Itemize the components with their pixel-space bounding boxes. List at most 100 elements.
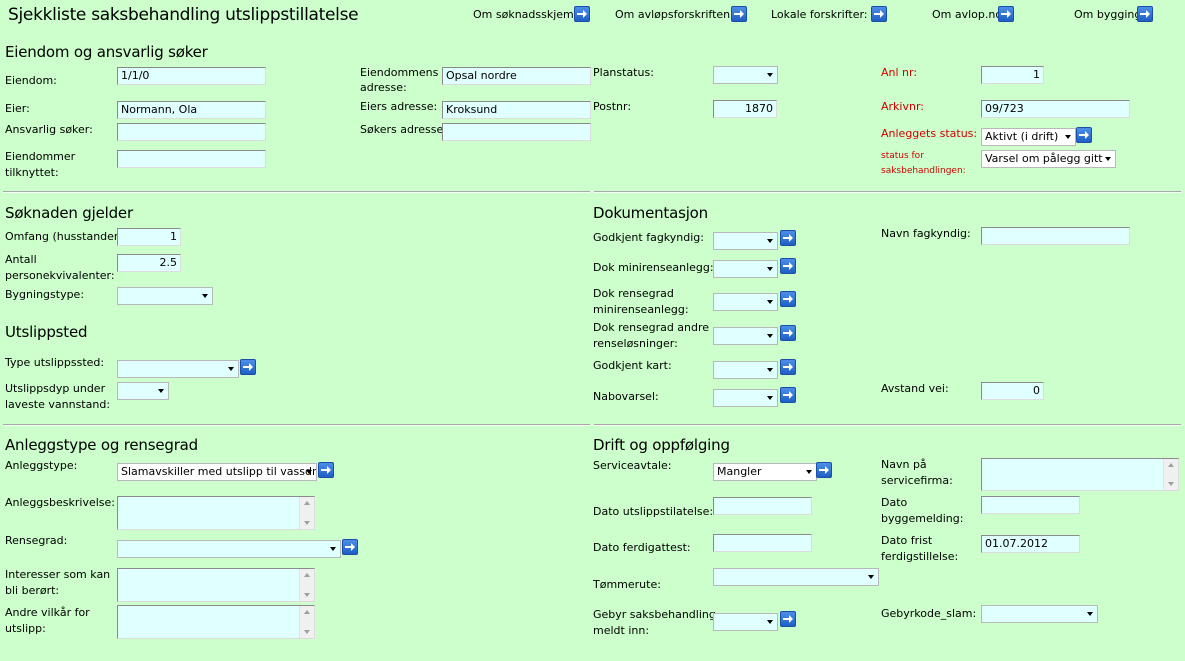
dato-ferdigattest-field[interactable] — [713, 534, 812, 552]
arrow-right-icon[interactable] — [318, 462, 334, 478]
eiers-adresse-label: Eiers adresse: — [360, 100, 438, 113]
dok-minirenseanlegg-select[interactable] — [713, 260, 778, 278]
eier-field[interactable]: Normann, Ola — [117, 101, 266, 119]
arrow-right-icon[interactable] — [780, 230, 796, 246]
anl-nr-field[interactable]: 1 — [981, 66, 1044, 84]
link-om-bygging[interactable]: Om bygging: — [1074, 8, 1145, 21]
utslippsdyp-label-line2: laveste vannstand: — [5, 398, 111, 411]
section-header-drift: Drift og oppfølging — [593, 436, 730, 454]
servicefirma-textarea[interactable] — [981, 458, 1179, 491]
sokers-adresse-field[interactable] — [442, 123, 591, 141]
nabovarsel-select[interactable] — [713, 389, 778, 407]
dok-rensegrad-andre-label-line2: renseløsninger: — [593, 337, 678, 350]
arkivnr-field[interactable]: 09/723 — [981, 100, 1130, 118]
godkjent-kart-select[interactable] — [713, 361, 778, 379]
scrollbar[interactable] — [299, 606, 314, 638]
rensegrad-select[interactable] — [117, 540, 341, 558]
chevron-down-icon — [868, 575, 874, 579]
chevron-down-icon — [330, 547, 336, 551]
omfang-field[interactable]: 1 — [117, 228, 181, 246]
chevron-down-icon — [767, 239, 773, 243]
arrow-right-icon[interactable] — [1137, 6, 1153, 22]
anleggstype-select[interactable]: Slamavskiller med utslipp til vassdrag — [117, 463, 317, 481]
arrow-right-icon[interactable] — [780, 611, 796, 627]
chevron-down-icon — [767, 620, 773, 624]
godkjent-fagkyndig-select[interactable] — [713, 232, 778, 250]
postnr-field[interactable]: 1870 — [713, 100, 777, 118]
arrow-right-icon[interactable] — [1076, 127, 1092, 143]
arrow-right-icon[interactable] — [342, 539, 358, 555]
status-saksbehandling-select[interactable]: Varsel om pålegg gitt — [981, 150, 1116, 168]
servicefirma-label-line1: Navn på — [881, 458, 927, 471]
planstatus-select[interactable] — [713, 66, 778, 84]
andre-vilkar-label-line1: Andre vilkår for — [5, 606, 90, 619]
utslippsdyp-label-line1: Utslippsdyp under — [5, 382, 106, 395]
chevron-down-icon — [202, 294, 208, 298]
dok-rensegrad-andre-select[interactable] — [713, 327, 778, 345]
ansvarlig-soker-field[interactable] — [117, 123, 266, 141]
eier-label: Eier: — [5, 102, 30, 115]
arrow-right-icon[interactable] — [780, 387, 796, 403]
chevron-down-icon — [767, 334, 773, 338]
arrow-right-icon[interactable] — [731, 6, 747, 22]
link-om-avlopsforskriften[interactable]: Om avløpsforskriften: — [615, 8, 734, 21]
dato-utslippstillatelse-label: Dato utslippstilatelse: — [593, 505, 714, 518]
arrow-right-icon[interactable] — [780, 291, 796, 307]
link-label: Om avløpsforskriften: — [615, 8, 734, 21]
chevron-down-icon — [767, 267, 773, 271]
arrow-right-icon[interactable] — [780, 258, 796, 274]
utslippsdyp-select[interactable] — [117, 382, 169, 400]
scrollbar[interactable] — [1163, 459, 1178, 490]
eiendommens-adresse-field[interactable]: Opsal nordre — [442, 67, 591, 85]
gebyrkode-slam-select[interactable] — [981, 605, 1098, 623]
scroll-up-icon — [304, 501, 310, 505]
byggemelding-label-line2: byggemelding: — [881, 512, 964, 525]
divider — [594, 424, 1181, 426]
section-header-eiendom: Eiendom og ansvarlig søker — [5, 43, 208, 61]
section-header-dokumentasjon: Dokumentasjon — [593, 204, 708, 222]
eiendommer-tilknyttet-field[interactable] — [117, 150, 266, 168]
link-om-avlop[interactable]: Om avlop.no: — [932, 8, 1006, 21]
tommerute-select[interactable] — [713, 568, 879, 586]
personekvivalenter-field[interactable]: 2.5 — [117, 254, 181, 272]
dato-frist-ferdigstillelse-field[interactable]: 01.07.2012 — [981, 535, 1080, 553]
personekvivalenter-label-line1: Antall — [5, 253, 37, 266]
andre-vilkar-textarea[interactable] — [117, 605, 315, 639]
gebyrkode-slam-label: Gebyrkode_slam: — [881, 607, 977, 620]
bygningstype-select[interactable] — [117, 287, 213, 305]
link-lokale-forskrifter[interactable]: Lokale forskrifter: — [771, 8, 868, 21]
arrow-right-icon[interactable] — [998, 6, 1014, 22]
personekvivalenter-label-line2: personekvivalenter: — [5, 269, 115, 282]
type-utslippssted-select[interactable] — [117, 360, 239, 378]
arrow-right-icon[interactable] — [780, 325, 796, 341]
anleggsbeskrivelse-textarea[interactable] — [117, 496, 315, 530]
section-header-anleggstype: Anleggstype og rensegrad — [5, 436, 198, 454]
link-om-soknadsskjema[interactable]: Om søknadsskjema: — [473, 8, 584, 21]
chevron-down-icon — [767, 300, 773, 304]
arrow-right-icon[interactable] — [816, 462, 832, 478]
interesser-textarea[interactable] — [117, 568, 315, 602]
scrollbar[interactable] — [299, 569, 314, 601]
chevron-down-icon — [228, 367, 234, 371]
dok-rensegrad-mini-select[interactable] — [713, 293, 778, 311]
scroll-up-icon — [1168, 463, 1174, 467]
serviceavtale-select[interactable]: Mangler — [713, 463, 817, 481]
navn-fagkyndig-field[interactable] — [981, 227, 1130, 245]
dato-byggemelding-field[interactable] — [981, 496, 1080, 514]
link-label: Lokale forskrifter: — [771, 8, 868, 21]
page-title: Sjekkliste saksbehandling utslippstillat… — [8, 5, 359, 25]
arrow-right-icon[interactable] — [240, 359, 256, 375]
eiers-adresse-field[interactable]: Kroksund — [442, 101, 591, 119]
arrow-right-icon[interactable] — [574, 6, 590, 22]
anleggets-status-select[interactable]: Aktivt (i drift) — [981, 128, 1076, 146]
arrow-right-icon[interactable] — [871, 6, 887, 22]
arrow-right-icon[interactable] — [780, 359, 796, 375]
divider — [3, 424, 590, 426]
scrollbar[interactable] — [299, 497, 314, 529]
select-value: Aktivt (i drift) — [985, 130, 1059, 143]
gebyr-saksbehandling-select[interactable] — [713, 613, 778, 631]
avstand-vei-field[interactable]: 0 — [981, 382, 1044, 400]
eiendom-field[interactable]: 1/1/0 — [117, 67, 266, 85]
eiendom-label: Eiendom: — [5, 74, 57, 87]
dato-utslippstillatelse-field[interactable] — [713, 497, 812, 515]
